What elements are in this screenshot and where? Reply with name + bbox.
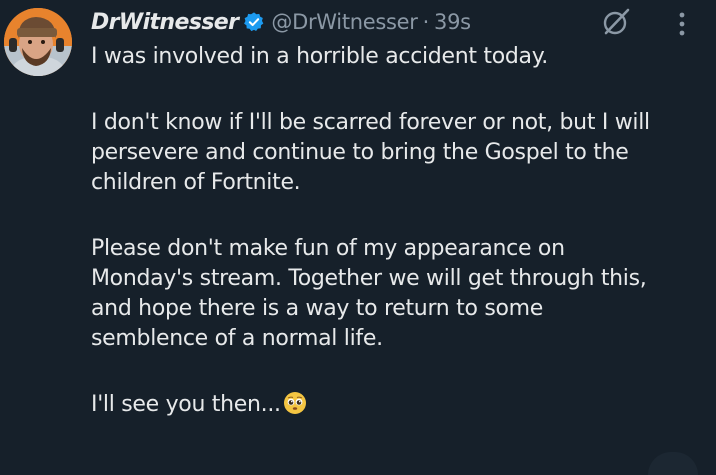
post-line: I don't know if I'll be scarred forever … [91,110,650,135]
post-line: semblence of a normal life. [91,326,383,351]
post-line: and hope there is a way to return to som… [91,296,544,321]
verified-badge-icon [244,12,264,32]
post: DrWitnesser @DrWitnesser · 39s I was inv… [0,0,716,475]
more-options-icon[interactable] [670,10,694,38]
handle[interactable]: @DrWitnesser [271,10,418,34]
scroll-indicator [648,452,698,475]
timestamp[interactable]: 39s [434,10,471,34]
separator: · [422,10,430,34]
post-line: Please don't make fun of my appearance o… [91,236,565,261]
post-header: DrWitnesser @DrWitnesser · 39s [91,4,471,40]
pleading-face-emoji [283,392,306,414]
display-name[interactable]: DrWitnesser [91,10,239,35]
post-line: I'll see you then... [91,392,281,417]
post-line: Monday's stream. Together we will get th… [91,266,647,291]
post-line-last: I'll see you then... [91,390,706,420]
avatar[interactable] [4,8,72,76]
post-line: I was involved in a horrible accident to… [91,44,548,69]
grok-icon[interactable] [600,6,632,38]
avatar-image [4,8,72,76]
post-line: persevere and continue to bring the Gosp… [91,140,629,165]
post-line: children of Fortnite. [91,170,301,195]
post-text: I was involved in a horrible accident to… [91,42,706,420]
